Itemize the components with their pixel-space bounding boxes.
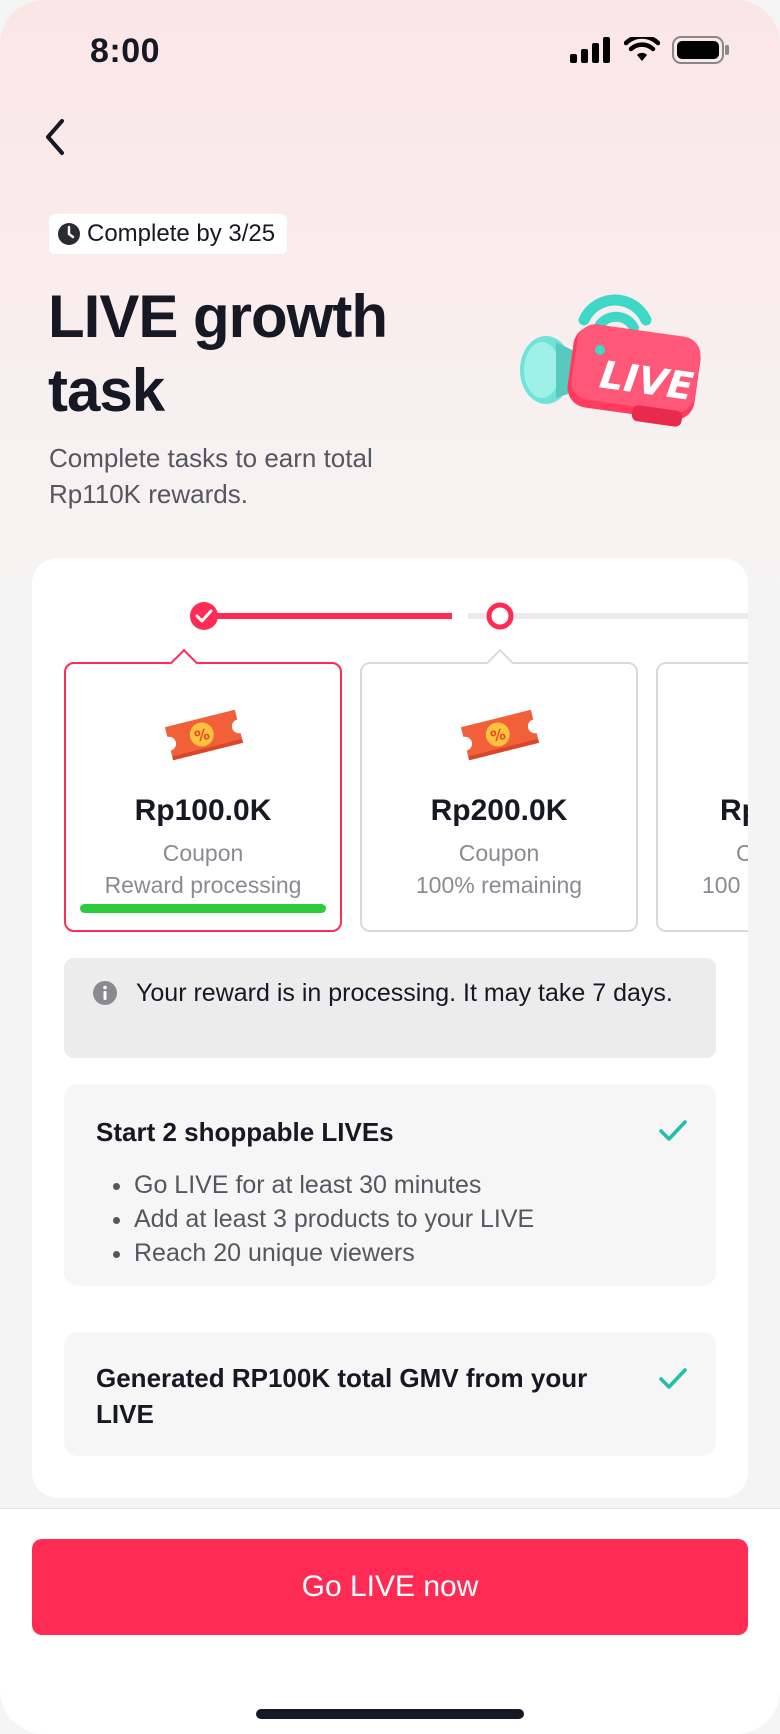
deadline-text: Complete by 3/25: [87, 220, 276, 247]
page-subtitle: Complete tasks to earn total Rp110K rewa…: [49, 443, 373, 509]
check-icon: [659, 1368, 687, 1389]
task-card: Start 2 shoppable LIVEs Go LIVE for at l…: [64, 1084, 716, 1286]
task-requirements: Go LIVE for at least 30 minutes Add at l…: [134, 1168, 534, 1270]
reward-tier-1[interactable]: % Rp100.0K Coupon Reward processing: [64, 662, 342, 932]
tier-amount: Rp200.0K: [430, 794, 568, 827]
tier-state: Reward processing: [104, 872, 302, 898]
coupon-icon: %: [164, 709, 244, 761]
tier-state: 100% remaining: [415, 872, 583, 898]
milestone-current-dot: [486, 602, 514, 630]
battery-icon: [672, 36, 729, 64]
back-button[interactable]: [30, 112, 80, 162]
coupon-icon: %: [460, 709, 540, 761]
status-icons: [570, 36, 730, 64]
home-indicator: [256, 1709, 524, 1719]
deadline-chip: Complete by 3/25: [49, 214, 288, 254]
chevron-left-icon: [46, 119, 64, 155]
tier-type: C: [736, 840, 748, 866]
cellular-signal-icon: [570, 37, 610, 63]
requirement-item: Reach 20 unique viewers: [134, 1236, 534, 1270]
tier-type: Coupon: [162, 840, 244, 866]
tier-state: 100: [702, 872, 741, 898]
status-time: 8:00: [90, 32, 161, 70]
requirement-item: Go LIVE for at least 30 minutes: [134, 1168, 534, 1202]
task-title: Start 2 shoppable LIVEs: [96, 1117, 394, 1147]
milestone-progress: [190, 602, 748, 630]
notice-text: Your reward is in processing. It may tak…: [136, 979, 673, 1007]
requirement-item: Add at least 3 products to your LIVE: [134, 1202, 534, 1236]
processing-notice: Your reward is in processing. It may tak…: [64, 958, 716, 1058]
bottom-bar: Go LIVE now: [0, 1508, 780, 1734]
reward-tier-3[interactable]: Rp C 100: [656, 662, 748, 932]
rewards-card: % Rp100.0K Coupon Reward processing % Rp…: [32, 558, 748, 1498]
go-live-button[interactable]: Go LIVE now: [32, 1539, 748, 1635]
page-title: LIVE growth task: [48, 283, 388, 424]
wifi-icon: [624, 37, 660, 61]
live-camera-illustration: LIVE: [520, 294, 701, 427]
tier-amount: Rp: [720, 794, 748, 827]
task-card: Generated RP100K total GMV from your LIV…: [64, 1332, 716, 1456]
info-icon: [93, 981, 117, 1005]
tier-type: Coupon: [458, 840, 540, 866]
task-title: Generated RP100K total GMV from your LIV…: [96, 1363, 588, 1429]
tier-amount: Rp100.0K: [134, 794, 272, 827]
screen: 8:00 Complete by 3/25 LIVE growth task C…: [0, 0, 780, 1734]
milestone-check-icon: [190, 602, 218, 630]
tier-progress-bar: [80, 904, 326, 913]
check-icon: [659, 1120, 687, 1141]
reward-tier-2[interactable]: % Rp200.0K Coupon 100% remaining: [360, 662, 638, 932]
clock-icon: [58, 223, 80, 245]
